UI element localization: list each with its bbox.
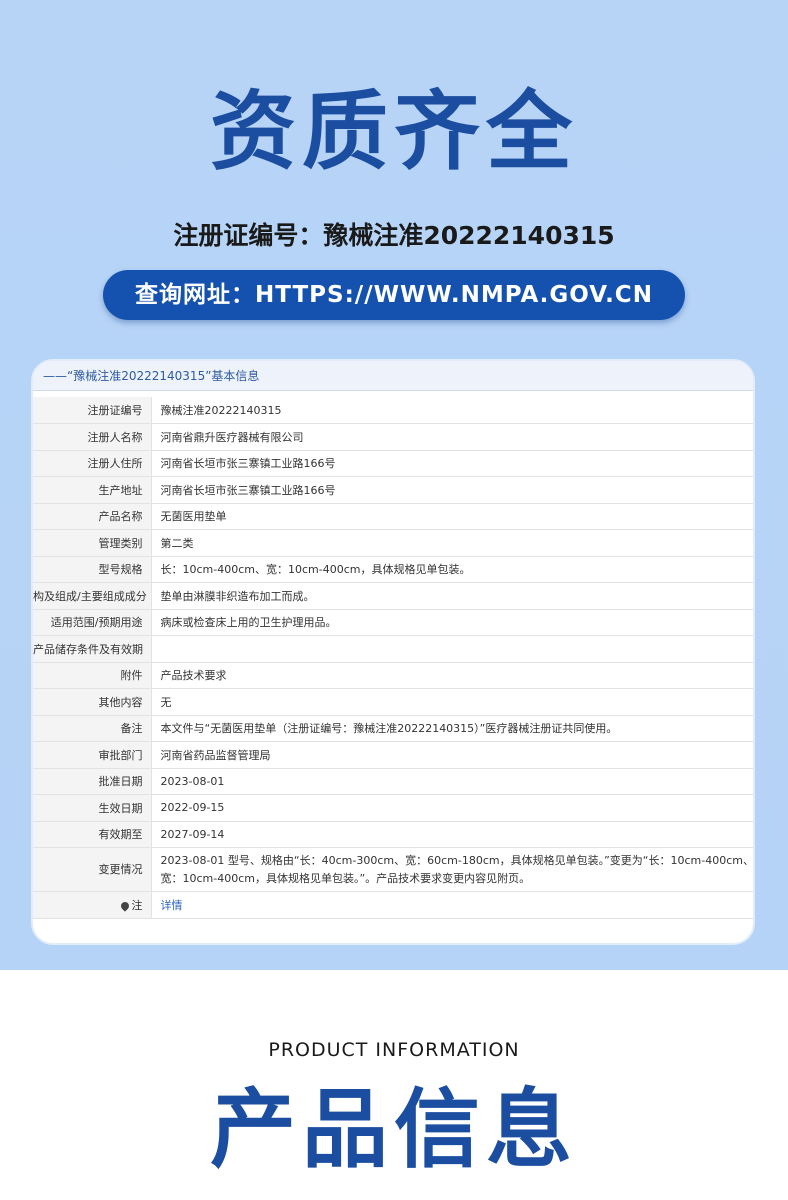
field-label: 注册证编号 bbox=[33, 397, 152, 424]
table-row: 注册证编号 豫械注准20222140315 bbox=[33, 397, 753, 424]
field-label: 其他内容 bbox=[33, 688, 152, 716]
table-row: 变更情况 2023-08-01 型号、规格由“长：40cm-300cm、宽：60… bbox=[33, 847, 753, 892]
field-label: 产品名称 bbox=[33, 503, 152, 530]
qualification-section: 资质齐全 注册证编号：豫械注准20222140315 查询网址：HTTPS://… bbox=[0, 0, 788, 970]
field-value: 垫单由淋膜非织造布加工而成。 bbox=[151, 582, 753, 610]
field-value: 河南省药品监督管理局 bbox=[151, 741, 753, 769]
field-value: 河南省鼎升医疗器械有限公司 bbox=[151, 423, 753, 451]
table-row: 产品储存条件及有效期 bbox=[33, 635, 753, 663]
field-label: 附件 bbox=[33, 662, 152, 689]
field-value: 本文件与“无菌医用垫单（注册证编号：豫械注准20222140315）”医疗器械注… bbox=[151, 715, 753, 742]
field-value: 河南省长垣市张三寨镇工业路166号 bbox=[151, 476, 753, 504]
field-value: 产品技术要求 bbox=[151, 662, 753, 689]
field-label: 变更情况 bbox=[33, 847, 152, 892]
field-label: 适用范围/预期用途 bbox=[33, 609, 152, 636]
table-row: 型号规格 长：10cm-400cm、宽：10cm-400cm，具体规格见单包装。 bbox=[33, 556, 753, 583]
field-value: 2023-08-01 型号、规格由“长：40cm-300cm、宽：60cm-18… bbox=[151, 847, 753, 892]
card-header: ——“豫械注准20222140315”基本信息 bbox=[33, 361, 753, 391]
registration-info-card: ——“豫械注准20222140315”基本信息 注册证编号 豫械注准202221… bbox=[31, 359, 755, 945]
field-label: 注册人名称 bbox=[33, 423, 152, 451]
field-value: 2023-08-01 bbox=[151, 768, 753, 795]
field-value: 第二类 bbox=[151, 529, 753, 557]
table-row: 注 详情 bbox=[33, 891, 753, 919]
field-value bbox=[151, 635, 753, 663]
field-label: 构及组成/主要组成成分 bbox=[33, 582, 152, 610]
location-pin-icon bbox=[118, 900, 131, 912]
product-info-title: 产品信息 bbox=[210, 1080, 578, 1180]
field-label: 备注 bbox=[33, 715, 152, 742]
field-value: 河南省长垣市张三寨镇工业路166号 bbox=[151, 450, 753, 477]
table-row: 附件 产品技术要求 bbox=[33, 662, 753, 689]
field-label: 审批部门 bbox=[33, 741, 152, 769]
table-row: 审批部门 河南省药品监督管理局 bbox=[33, 741, 753, 769]
table-row: 构及组成/主要组成成分 垫单由淋膜非织造布加工而成。 bbox=[33, 582, 753, 610]
field-label: 注册人住所 bbox=[33, 450, 152, 477]
table-row: 批准日期 2023-08-01 bbox=[33, 768, 753, 795]
field-label: 管理类别 bbox=[33, 529, 152, 557]
table-row: 管理类别 第二类 bbox=[33, 529, 753, 557]
table-row: 产品名称 无菌医用垫单 bbox=[33, 503, 753, 530]
table-row: 适用范围/预期用途 病床或检查床上用的卫生护理用品。 bbox=[33, 609, 753, 636]
field-label: 型号规格 bbox=[33, 556, 152, 583]
field-value: 无菌医用垫单 bbox=[151, 503, 753, 530]
table-row: 其他内容 无 bbox=[33, 688, 753, 716]
qualification-title: 资质齐全 bbox=[210, 82, 578, 182]
field-label: 批准日期 bbox=[33, 768, 152, 795]
product-info-subtitle: PRODUCT INFORMATION bbox=[268, 1039, 520, 1061]
field-value: 无 bbox=[151, 688, 753, 716]
table-row: 备注 本文件与“无菌医用垫单（注册证编号：豫械注准20222140315）”医疗… bbox=[33, 715, 753, 742]
table-row: 有效期至 2027-09-14 bbox=[33, 821, 753, 848]
field-label: 生效日期 bbox=[33, 794, 152, 822]
table-row: 生产地址 河南省长垣市张三寨镇工业路166号 bbox=[33, 476, 753, 504]
field-value: 详情 bbox=[151, 891, 753, 919]
field-label: 生产地址 bbox=[33, 476, 152, 504]
query-url-banner[interactable]: 查询网址：HTTPS://WWW.NMPA.GOV.CN bbox=[103, 270, 685, 320]
field-value: 2022-09-15 bbox=[151, 794, 753, 822]
field-label: 产品储存条件及有效期 bbox=[33, 635, 152, 663]
field-value: 豫械注准20222140315 bbox=[151, 397, 753, 424]
field-value: 病床或检查床上用的卫生护理用品。 bbox=[151, 609, 753, 636]
table-row: 注册人住所 河南省长垣市张三寨镇工业路166号 bbox=[33, 450, 753, 477]
field-value: 长：10cm-400cm、宽：10cm-400cm，具体规格见单包装。 bbox=[151, 556, 753, 583]
field-label: 有效期至 bbox=[33, 821, 152, 848]
registration-info-table: 注册证编号 豫械注准20222140315 注册人名称 河南省鼎升医疗器械有限公… bbox=[33, 397, 753, 919]
field-value: 2027-09-14 bbox=[151, 821, 753, 848]
details-link[interactable]: 详情 bbox=[161, 899, 183, 912]
note-label: 注 bbox=[131, 898, 143, 912]
registration-number: 注册证编号：豫械注准20222140315 bbox=[173, 221, 615, 250]
table-row: 生效日期 2022-09-15 bbox=[33, 794, 753, 822]
field-label: 注 bbox=[33, 891, 152, 919]
table-row: 注册人名称 河南省鼎升医疗器械有限公司 bbox=[33, 423, 753, 451]
